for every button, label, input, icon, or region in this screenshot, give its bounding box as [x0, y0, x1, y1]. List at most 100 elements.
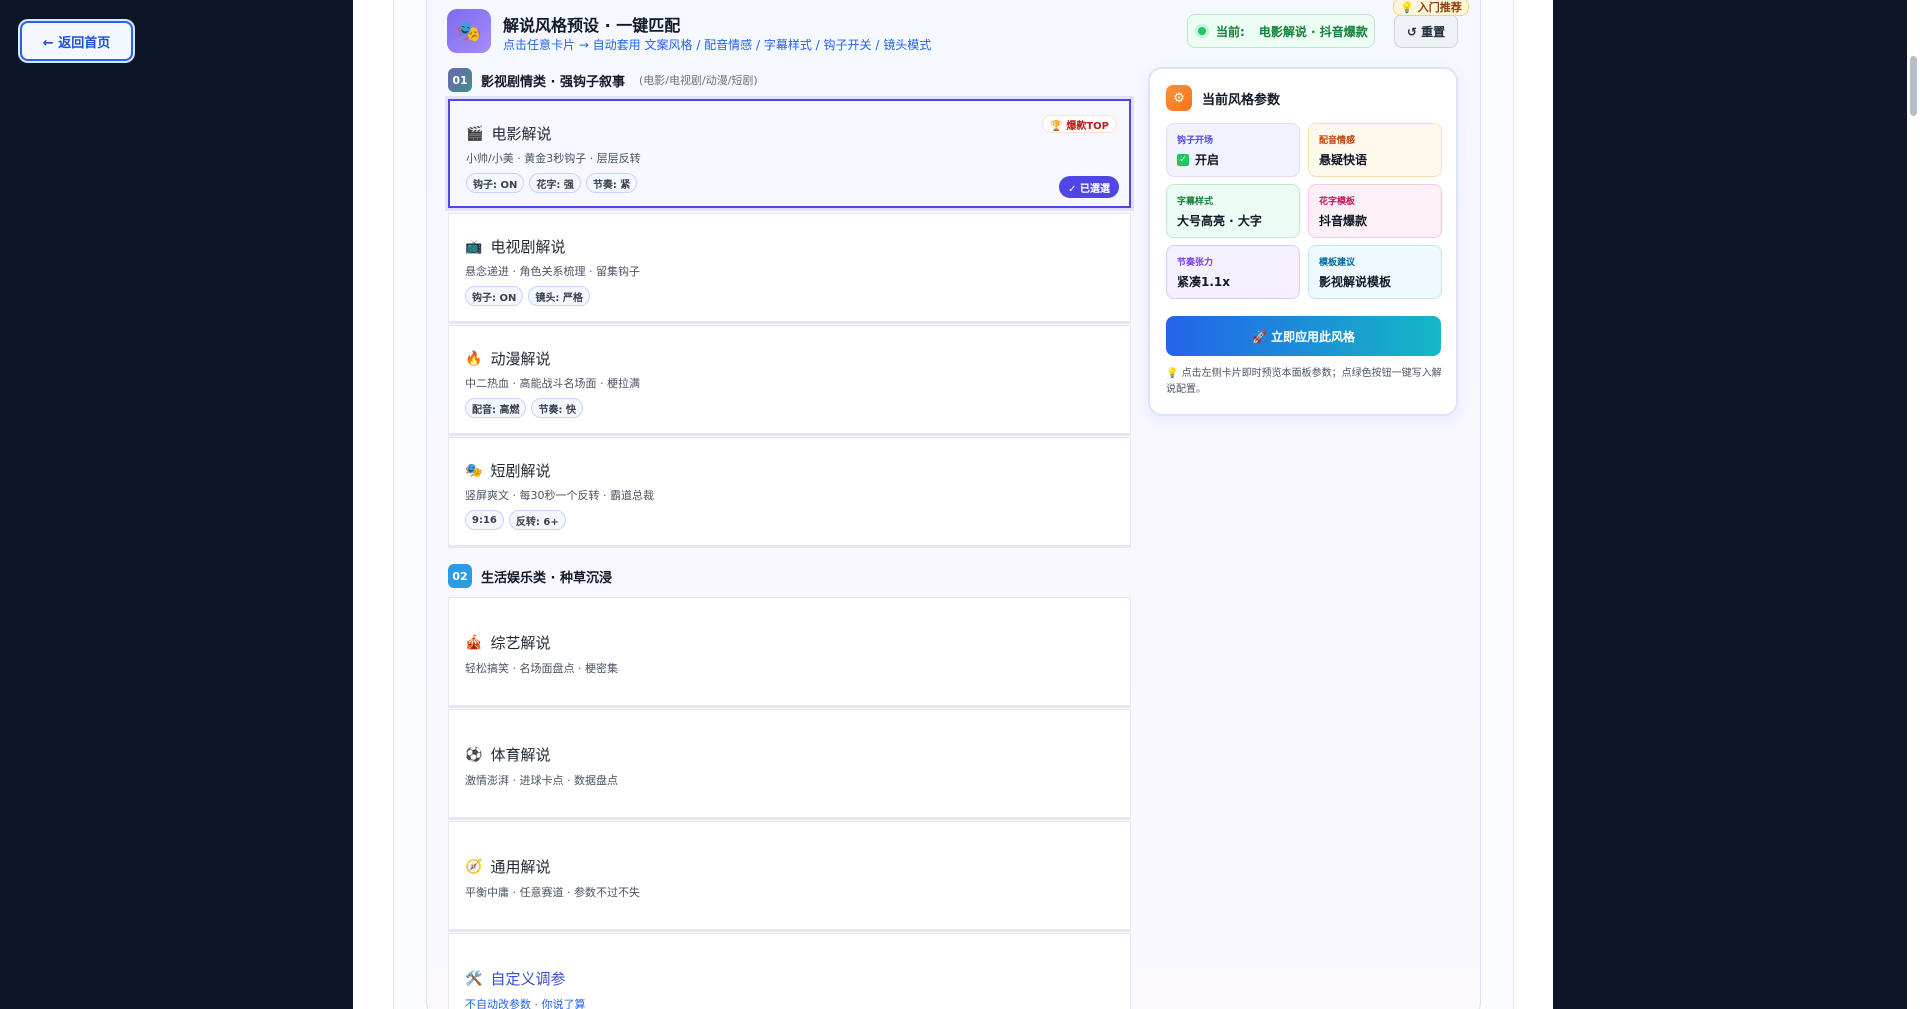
param-key: 钩子开场 [1177, 136, 1214, 146]
param-value: 抖音爆款 [1319, 214, 1368, 228]
card-desc: 不自动改参数 · 你说了算 [465, 998, 586, 1009]
preset-card-anime[interactable]: 🔥 动漫解说 中二热血 · 高能战斗名场面 · 梗拉满 配音: 高燃 节奏: 快 [448, 325, 1131, 434]
card-desc: 中二热血 · 高能战斗名场面 · 梗拉满 [465, 377, 640, 390]
checkbox-icon: ✓ [1177, 153, 1189, 166]
card-title: 🔥 动漫解说 [465, 348, 550, 369]
card-tags: 9:16 反转: 6+ [465, 510, 566, 530]
page-title: 解说风格预设 · 一键匹配 [503, 16, 681, 35]
card-title-text: 电视剧解说 [490, 238, 566, 256]
param-key: 节奏张力 [1177, 258, 1214, 268]
card-title-text: 电影解说 [491, 125, 552, 143]
card-title: ⚽ 体育解说 [465, 744, 550, 765]
preset-card-custom[interactable]: 🛠️ 自定义调参 不自动改参数 · 你说了算 [448, 933, 1131, 1009]
preset-card-general[interactable]: 🧭 通用解说 平衡中庸 · 任意赛道 · 参数不过不失 [448, 821, 1131, 930]
tag: 节奏: 快 [531, 398, 583, 418]
card-tags: 配音: 高燃 节奏: 快 [465, 398, 583, 418]
param-value: 大号高亮 · 大字 [1177, 214, 1262, 228]
selected-badge: ✓ 已選選 [1059, 176, 1119, 198]
card-title: 🎪 综艺解说 [465, 632, 550, 653]
card-desc: 小帅/小美 · 黄金3秒钩子 · 层层反转 [466, 152, 641, 165]
param-value: ✓ 开启 [1177, 151, 1289, 168]
param-key: 模板建议 [1319, 258, 1356, 268]
preset-card-sports[interactable]: ⚽ 体育解说 激情澎湃 · 进球卡点 · 数据盘点 [448, 709, 1131, 818]
recommend-badge: 💡 入门推荐 [1393, 0, 1469, 16]
scrollbar-thumb[interactable] [1910, 56, 1917, 116]
card-desc: 竖屏爽文 · 每30秒一个反转 · 霸道总裁 [465, 489, 654, 502]
section-title: 影视剧情类 · 强钩子叙事 [481, 74, 625, 90]
param-key: 字幕样式 [1177, 197, 1214, 207]
param-key: 配音情感 [1319, 136, 1356, 146]
card-desc: 平衡中庸 · 任意赛道 · 参数不过不失 [465, 886, 640, 899]
compass-icon: 🧭 [465, 858, 483, 875]
param-value: 紧凑1.1x [1177, 275, 1230, 289]
card-title-text: 通用解说 [490, 858, 551, 876]
param-fancy-text: 花字模板 抖音爆款 [1308, 184, 1442, 238]
section-header-02: 02 生活娱乐类 · 种草沉浸 [448, 564, 612, 588]
card-title: 📺 电视剧解说 [465, 236, 565, 257]
circus-tent-icon: 🎪 [465, 634, 483, 651]
tools-icon: 🛠️ [465, 970, 483, 987]
param-tempo: 节奏张力 紧凑1.1x [1166, 245, 1300, 299]
side-panel-title: 当前风格参数 [1202, 92, 1281, 108]
card-desc: 轻松搞笑 · 名场面盘点 · 梗密集 [465, 662, 618, 675]
preset-card-movie[interactable]: 🎬 电影解说 小帅/小美 · 黄金3秒钩子 · 层层反转 钩子: ON 花字: … [448, 99, 1131, 208]
card-title-text: 体育解说 [490, 746, 551, 764]
tv-icon: 📺 [465, 238, 483, 255]
card-title: 🛠️ 自定义调参 [465, 968, 565, 989]
card-title-text: 动漫解说 [490, 350, 551, 368]
preset-card-variety[interactable]: 🎪 综艺解说 轻松搞笑 · 名场面盘点 · 梗密集 [448, 597, 1131, 706]
mask-logo-icon: 🎭 [447, 9, 491, 53]
preset-card-short-drama[interactable]: 🎭 短剧解说 竖屏爽文 · 每30秒一个反转 · 霸道总裁 9:16 反转: 6… [448, 437, 1131, 546]
section-number: 01 [448, 68, 472, 92]
section-note: (电影/电视剧/动漫/短剧) [639, 74, 758, 87]
card-desc: 悬念递进 · 角色关系梳理 · 留集钩子 [465, 265, 640, 278]
param-hook: 钩子开场 ✓ 开启 [1166, 123, 1300, 177]
tag: 节奏: 紧 [585, 173, 638, 193]
param-voice: 配音情感 悬疑快语 [1308, 123, 1442, 177]
reset-button[interactable]: ↺ 重置 [1394, 14, 1458, 48]
tag: 反转: 6+ [508, 510, 566, 530]
tag: 花字: 强 [529, 173, 581, 193]
param-subtitle: 字幕样式 大号高亮 · 大字 [1166, 184, 1300, 238]
param-key: 花字模板 [1319, 197, 1356, 207]
card-tags: 钩子: ON 镜头: 严格 [465, 286, 590, 306]
card-tags: 钩子: ON 花字: 强 节奏: 紧 [466, 173, 638, 193]
back-home-button[interactable]: ← 返回首页 [20, 21, 133, 61]
tag: 钩子: ON [466, 173, 525, 193]
section-header-01: 01 影视剧情类 · 强钩子叙事 (电影/电视剧/动漫/短剧) [448, 68, 758, 92]
section-title: 生活娱乐类 · 种草沉浸 [481, 570, 612, 586]
clapper-icon: 🎬 [466, 125, 484, 142]
apply-style-button[interactable]: 🚀 立即应用此风格 [1166, 316, 1441, 356]
param-value: 影视解说模板 [1319, 275, 1392, 289]
page-subtitle: 点击任意卡片 → 自动套用 文案风格 / 配音情感 / 字幕样式 / 钩子开关 … [503, 38, 932, 52]
tag: 镜头: 严格 [528, 286, 590, 306]
card-title-text: 短剧解说 [490, 462, 551, 480]
tag: 配音: 高燃 [465, 398, 527, 418]
soccer-ball-icon: ⚽ [465, 746, 483, 763]
card-title-text: 综艺解说 [490, 634, 551, 652]
side-panel-note: 💡 点击左侧卡片即时预览本面板参数；点绿色按钮一键写入解说配置。 [1166, 368, 1442, 395]
tag: 9:16 [465, 510, 504, 530]
gear-icon: ⚙ [1166, 85, 1192, 111]
section-number: 02 [448, 564, 472, 588]
preset-card-tv[interactable]: 📺 电视剧解说 悬念递进 · 角色关系梳理 · 留集钩子 钩子: ON 镜头: … [448, 213, 1131, 322]
param-template: 模板建议 影视解说模板 [1308, 245, 1442, 299]
current-label: 当前: [1216, 24, 1245, 39]
status-dot-icon [1198, 27, 1206, 35]
current-value: 电影解说 · 抖音爆款 [1258, 24, 1368, 39]
current-params-panel: ⚙ 当前风格参数 钩子开场 ✓ 开启 配音情感 悬疑快语 字幕样式 大号高亮 · … [1148, 67, 1458, 416]
param-value-text: 开启 [1195, 153, 1220, 167]
theater-masks-icon: 🎭 [465, 462, 483, 479]
card-title-text: 自定义调参 [490, 970, 566, 988]
card-desc: 激情澎湃 · 进球卡点 · 数据盘点 [465, 774, 618, 787]
page-scrollbar[interactable] [1907, 0, 1920, 1009]
fire-icon: 🔥 [465, 350, 483, 367]
card-title: 🧭 通用解说 [465, 856, 550, 877]
param-value: 悬疑快语 [1319, 153, 1368, 167]
card-title: 🎭 短剧解说 [465, 460, 550, 481]
tag: 钩子: ON [465, 286, 524, 306]
side-panel-header: ⚙ 当前风格参数 [1166, 85, 1280, 111]
card-title: 🎬 电影解说 [466, 123, 551, 144]
hot-top-badge: 🏆 爆款TOP [1042, 115, 1117, 133]
current-style-pill: 当前: 电影解说 · 抖音爆款 [1187, 14, 1375, 48]
